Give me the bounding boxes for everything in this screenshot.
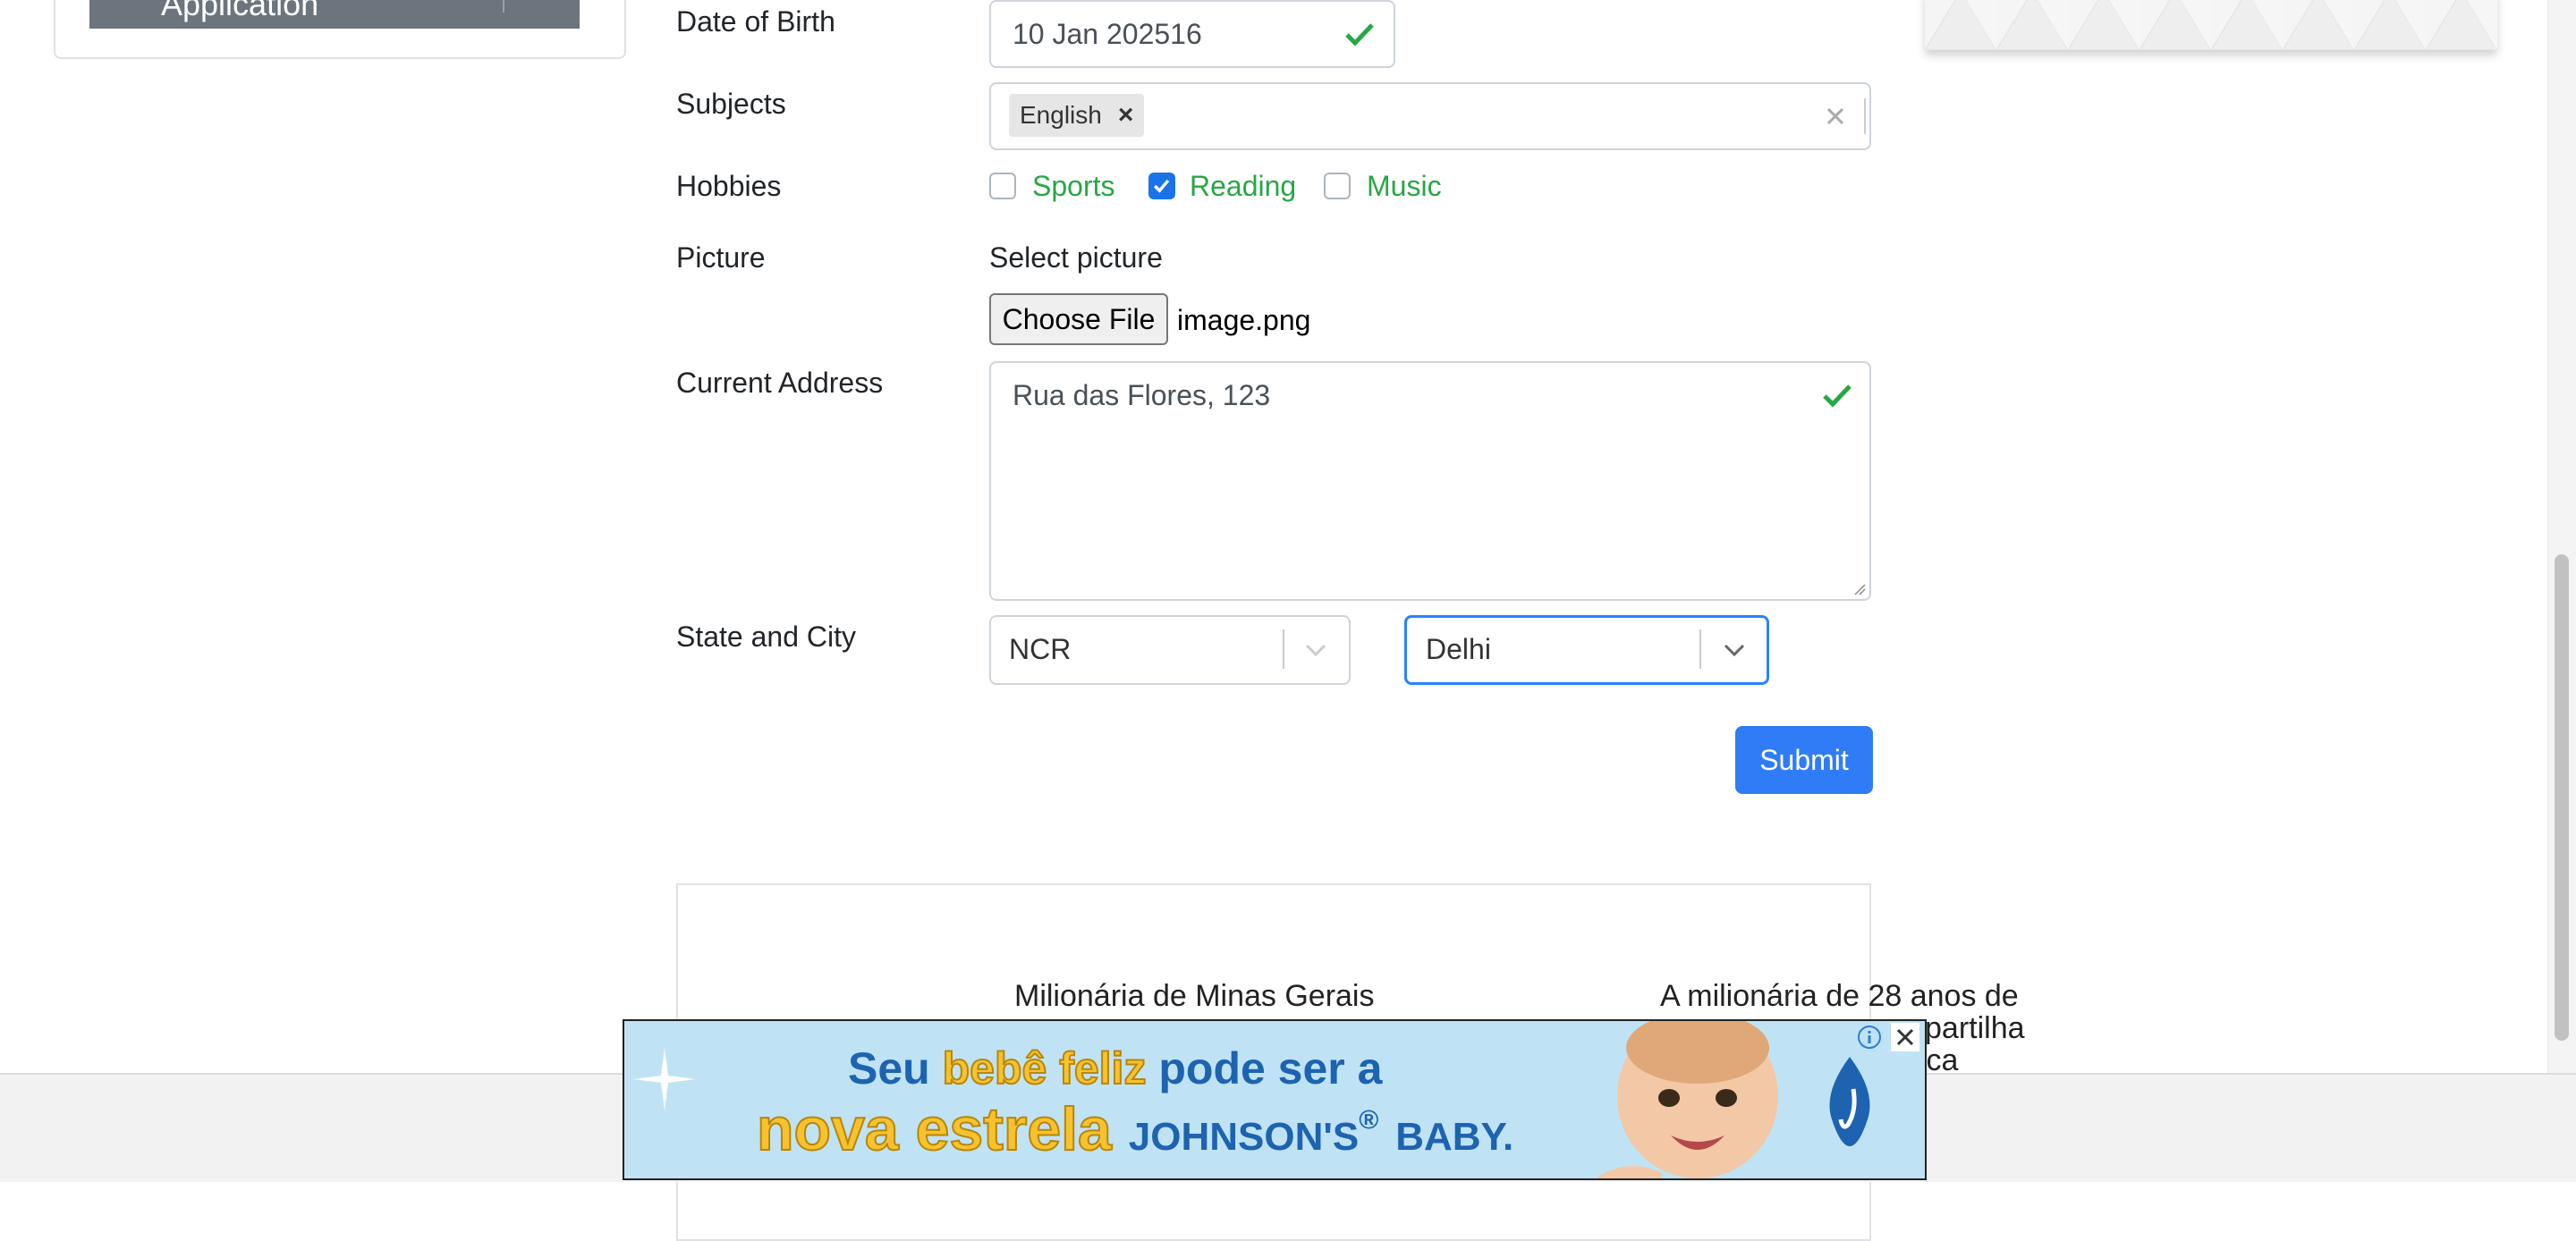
ad-brand-text: JOHNSON'S: [1128, 1115, 1360, 1159]
article-title[interactable]: Milionária de Minas Gerais: [1014, 980, 1375, 1012]
resize-grip-icon[interactable]: [1853, 583, 1866, 595]
hobbies-label: Hobbies: [676, 170, 782, 202]
subjects-separator: [1864, 98, 1866, 134]
picture-label: Picture: [676, 241, 766, 274]
choose-file-button[interactable]: Choose File: [989, 293, 1168, 345]
subjects-label: Subjects: [676, 88, 786, 120]
chevron-down-icon[interactable]: [1304, 643, 1327, 657]
ad-text: Seu: [848, 1043, 930, 1093]
brand-logo-icon: [1829, 1057, 1870, 1146]
music-label[interactable]: Music: [1367, 170, 1442, 203]
ad-close-icon[interactable]: [1891, 1023, 1919, 1051]
article-title[interactable]: A milionária de 28 anos de: [1660, 980, 2019, 1012]
music-checkbox[interactable]: [1324, 173, 1351, 199]
dob-value: 10 Jan 202516: [1013, 18, 1202, 50]
ad-highlight-text: bebê feliz: [942, 1043, 1148, 1094]
state-city-label: State and City: [676, 620, 856, 653]
city-value: Delhi: [1426, 633, 1491, 665]
current-address-label: Current Address: [676, 367, 884, 399]
select-separator: [1699, 629, 1701, 669]
sports-checkbox[interactable]: [989, 173, 1016, 199]
article-title-line[interactable]: partilha: [1925, 1012, 2025, 1044]
select-separator: [1283, 629, 1284, 669]
sidebar-item-divider: [503, 0, 504, 13]
submit-button[interactable]: Submit: [1735, 726, 1873, 794]
reading-checkbox[interactable]: [1148, 173, 1175, 199]
ad-banner[interactable]: Seu bebê feliz pode ser a nova estrela J…: [623, 1019, 1927, 1180]
subject-chip-label: English: [1020, 101, 1102, 129]
sidebar-item-label: Application: [161, 0, 319, 22]
ad-brand-text: BABY.: [1395, 1115, 1514, 1159]
ad-text: pode ser a: [1158, 1043, 1383, 1093]
ad-info-icon[interactable]: [1857, 1025, 1882, 1050]
scrollbar-thumb[interactable]: [2555, 554, 2569, 1041]
checkmark-icon: [1153, 179, 1170, 193]
reading-label[interactable]: Reading: [1190, 170, 1296, 203]
ad-headline-line2: nova estrela JOHNSON'S® BABY.: [756, 1094, 1514, 1164]
file-name: image.png: [1177, 304, 1311, 336]
promo-card: [1925, 0, 2497, 50]
baby-image: [1595, 1021, 1778, 1178]
clear-icon[interactable]: [1825, 106, 1846, 127]
ad-headline-line1: Seu bebê feliz pode ser a: [848, 1043, 1382, 1094]
current-address-value: Rua das Flores, 123: [1013, 379, 1271, 411]
sparkle-icon: [633, 1048, 696, 1110]
dob-label: Date of Birth: [676, 5, 835, 38]
ad-registered-mark: ®: [1359, 1105, 1379, 1135]
chip-remove-icon[interactable]: ×: [1118, 100, 1134, 131]
state-value: NCR: [1009, 633, 1072, 665]
subject-chip: English ×: [1009, 94, 1145, 137]
sports-label[interactable]: Sports: [1032, 170, 1114, 203]
valid-check-icon: [1345, 23, 1374, 46]
ad-highlight-text: nova estrela: [756, 1094, 1113, 1164]
valid-check-icon: [1823, 384, 1852, 408]
chevron-down-icon[interactable]: [1723, 643, 1746, 657]
select-picture-label: Select picture: [989, 241, 1163, 274]
